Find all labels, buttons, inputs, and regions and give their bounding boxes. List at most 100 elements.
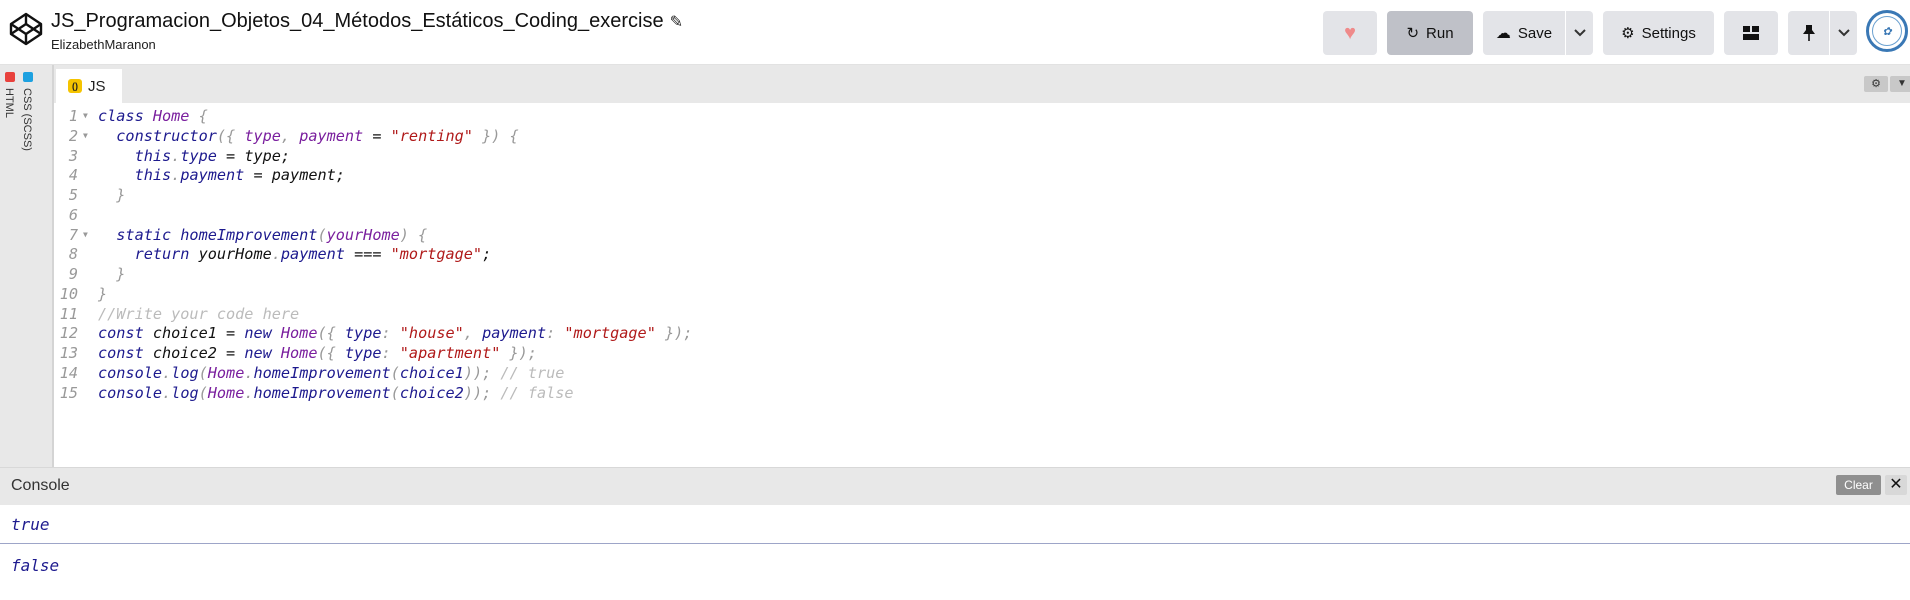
code-token: ( xyxy=(198,363,208,382)
code-token: : xyxy=(546,324,565,343)
gear-icon: ⚙ xyxy=(1621,25,1635,42)
settings-button[interactable]: ⚙ Settings xyxy=(1603,11,1714,55)
css-badge-icon xyxy=(23,72,33,82)
save-button-label: Save xyxy=(1517,24,1553,42)
html-editor-tab[interactable]: HTML xyxy=(1,70,19,170)
code-token: Home xyxy=(280,324,318,343)
code-token: { xyxy=(198,107,208,125)
cloud-icon: ☁ xyxy=(1495,25,1511,42)
console-output-line: false xyxy=(11,556,60,575)
code-token: type xyxy=(244,126,281,145)
code-token: const xyxy=(98,344,153,362)
editor-menu-button[interactable]: ▼ xyxy=(1890,76,1910,92)
js-editor-label: JS xyxy=(88,77,106,95)
avatar-image: ✿ xyxy=(1872,16,1902,46)
editor-tab-bar: () JS ⚙ ▼ xyxy=(54,65,1910,103)
save-button[interactable]: ☁ Save xyxy=(1483,11,1565,55)
code-token: ) { xyxy=(399,225,428,244)
code-token: }) { xyxy=(472,126,519,145)
save-options-button[interactable] xyxy=(1566,11,1593,55)
code-token: Home xyxy=(152,107,199,125)
pin-button[interactable] xyxy=(1788,11,1829,55)
code-token: } xyxy=(98,284,108,303)
pin-icon xyxy=(1802,25,1815,41)
close-icon: ✕ xyxy=(1889,476,1903,493)
code-token: const xyxy=(98,324,153,343)
avatar[interactable]: ✿ xyxy=(1866,10,1908,52)
change-view-button[interactable] xyxy=(1724,11,1778,55)
code-token: ( xyxy=(390,363,400,382)
code-token: }); xyxy=(500,344,537,362)
code-token: payment xyxy=(482,324,547,343)
pin-options-button[interactable] xyxy=(1830,11,1857,55)
code-token: choice2 xyxy=(399,383,464,402)
code-token: "mortgage" xyxy=(564,324,656,343)
code-line[interactable]: 15 console.log(Home.homeImprovement(choic… xyxy=(54,381,1910,405)
love-button[interactable]: ♥ xyxy=(1323,11,1377,55)
code-token: log xyxy=(171,383,199,402)
code-token: "renting" xyxy=(390,126,473,145)
html-editor-label: HTML xyxy=(3,88,15,118)
editor-settings-button[interactable]: ⚙ xyxy=(1864,76,1888,92)
js-editor: () JS ⚙ ▼ 1 ▼ class Home {2 ▼ constructor({… xyxy=(54,65,1910,467)
js-editor-tab[interactable]: () JS xyxy=(56,69,122,103)
code-token: ; xyxy=(482,245,492,264)
pen-title[interactable]: JS_Programacion_Objetos_04_Métodos_Estát… xyxy=(51,10,683,33)
code-token: "house" xyxy=(399,324,464,343)
code-token: homeImprovement xyxy=(253,383,391,402)
code-token: } xyxy=(98,186,126,204)
chevron-down-icon xyxy=(1573,29,1586,37)
run-button-label: Run xyxy=(1426,24,1454,42)
code-token: "apartment" xyxy=(399,344,501,362)
code-token: Home xyxy=(207,363,245,382)
code-area[interactable]: 1 ▼ class Home {2 ▼ constructor({ type, pay… xyxy=(54,104,1910,467)
code-token: console xyxy=(98,363,163,382)
run-button[interactable]: ↻ Run xyxy=(1387,11,1473,55)
code-token: . xyxy=(162,383,172,402)
code-token: "mortgage" xyxy=(390,245,483,264)
code-token: // false xyxy=(491,383,574,402)
chevron-down-icon: ▼ xyxy=(1897,78,1907,89)
code-token: payment xyxy=(180,166,245,185)
css-editor-label: CSS (SCSS) xyxy=(21,88,33,151)
code-token: console xyxy=(98,383,163,402)
console-header: Console Clear ✕ xyxy=(0,467,1910,505)
code-token: Home xyxy=(280,344,318,362)
css-editor-tab[interactable]: CSS (SCSS) xyxy=(19,70,37,170)
js-badge-icon: () xyxy=(68,79,82,93)
code-token: )); xyxy=(463,363,492,382)
code-token: this xyxy=(98,166,172,185)
codepen-logo-icon[interactable] xyxy=(8,11,44,47)
console-close-button[interactable]: ✕ xyxy=(1885,475,1907,495)
console-clear-button[interactable]: Clear xyxy=(1836,475,1881,495)
header-bar: JS_Programacion_Objetos_04_Métodos_Estát… xyxy=(0,0,1910,65)
pen-author[interactable]: ElizabethMaranon xyxy=(51,37,156,52)
pen-title-text[interactable]: JS_Programacion_Objetos_04_Métodos_Estát… xyxy=(51,10,664,32)
layout-icon xyxy=(1743,26,1759,40)
html-badge-icon xyxy=(5,72,15,82)
collapsed-editors: HTML CSS (SCSS) xyxy=(0,65,54,467)
code-token: static homeImprovement xyxy=(98,225,318,244)
heart-icon: ♥ xyxy=(1344,21,1356,44)
code-token: )); xyxy=(463,383,492,402)
code-token: . xyxy=(271,245,281,264)
code-token: return xyxy=(98,245,199,264)
refresh-icon: ↻ xyxy=(1406,25,1420,42)
code-token: . xyxy=(171,146,181,165)
code-token: // true xyxy=(491,363,565,382)
code-token: Home xyxy=(207,383,245,402)
code-token: this xyxy=(98,146,172,165)
pencil-icon[interactable]: ✎ xyxy=(670,12,683,32)
code-token: = xyxy=(363,126,391,145)
code-token: //Write your code here xyxy=(98,304,300,323)
code-token: yourHome xyxy=(326,225,400,244)
code-token: ({ xyxy=(317,324,345,343)
line-number: 15 xyxy=(59,383,78,402)
code-token: = type; xyxy=(216,146,291,165)
chevron-down-icon xyxy=(1837,29,1850,37)
code-token: }); xyxy=(655,324,693,343)
code-token: constructor xyxy=(98,126,217,145)
code-token: new xyxy=(244,344,281,362)
code-token: new xyxy=(244,324,281,343)
code-token: yourHome xyxy=(198,245,272,264)
